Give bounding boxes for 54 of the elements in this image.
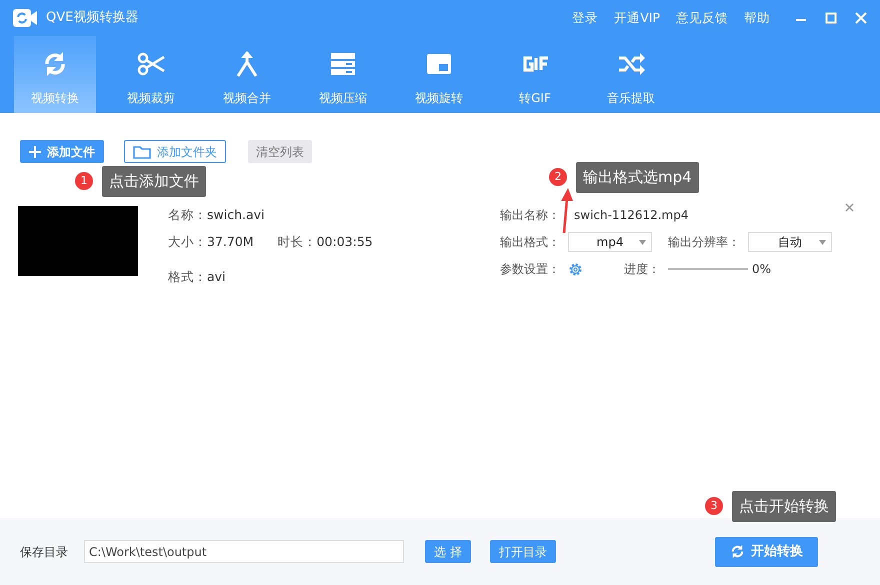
field-label: 名称： (168, 207, 207, 222)
add-folder-button[interactable]: 添加文件夹 (124, 140, 226, 163)
step-number: 3 (705, 497, 723, 516)
tool-tab[interactable]: 视频旋转 (398, 36, 480, 113)
caret-icon (639, 240, 646, 245)
step-number: 1 (75, 172, 93, 190)
tool-tab[interactable]: 转GIF (494, 36, 576, 113)
hint-tooltip: 输出格式选mp4 (576, 162, 699, 192)
tool-tab[interactable]: 视频转换 (14, 36, 96, 113)
maximize-icon[interactable] (824, 11, 838, 25)
field-label: 大小： (168, 234, 207, 249)
remove-icon[interactable] (845, 203, 854, 212)
format-dropdown[interactable]: mp4 (568, 232, 652, 252)
tool-tab[interactable]: 视频合并 (206, 36, 288, 113)
choose-button[interactable]: 选 择 (425, 540, 471, 563)
file-format: avi (207, 268, 226, 284)
convert-icon (730, 544, 745, 559)
field-label: 输出分辨率： (668, 234, 740, 251)
close-icon[interactable] (854, 11, 868, 25)
folder-icon (133, 144, 151, 158)
file-duration: 00:03:55 (316, 234, 373, 249)
arrow (558, 188, 574, 234)
hint-tooltip: 点击添加文件 (102, 166, 206, 196)
output-file-name: swich-112612.mp4 (574, 208, 688, 222)
file-size: 37.70M (207, 234, 254, 249)
plus-icon (29, 146, 41, 158)
add-file-button[interactable]: 添加文件 (20, 140, 104, 163)
step-number: 2 (549, 168, 567, 186)
progress-reading: 0% (752, 261, 772, 278)
window-title: QVE视频转换器 (46, 9, 138, 28)
hint-tooltip: 点击开始转换 (732, 491, 836, 522)
save-path-field[interactable]: C:\Work\test\output (84, 540, 404, 563)
menu-link[interactable]: 登录 (572, 8, 598, 28)
menu-link[interactable]: 意见反馈 (676, 8, 728, 28)
field-label: 参数设置： (500, 261, 560, 278)
settings-icon[interactable] (568, 262, 583, 276)
field-label: 进度： (624, 261, 660, 278)
menu-link[interactable]: 帮助 (744, 8, 770, 28)
tool-tab[interactable]: 视频裁剪 (110, 36, 192, 113)
menu-link[interactable]: 开通VIP (614, 8, 660, 28)
clear-list-button[interactable]: 清空列表 (248, 140, 312, 163)
open-directory-button[interactable]: 打开目录 (490, 540, 556, 563)
field-label: 输出名称： (500, 208, 560, 222)
caret-icon (819, 240, 826, 245)
field-label: 时长： (278, 234, 317, 249)
tool-tab[interactable]: 视频压缩 (302, 36, 384, 113)
field-label: 输出格式： (500, 234, 560, 251)
field-label: 格式： (168, 268, 207, 284)
tool-tab[interactable]: 音乐提取 (590, 36, 672, 113)
app-logo-icon (12, 8, 38, 28)
file-name: swich.avi (207, 207, 265, 222)
resolution-dropdown[interactable]: 自动 (748, 232, 832, 252)
start-convert-button[interactable]: 开始转换 (714, 536, 818, 566)
save-directory-label: 保存目录 (20, 544, 68, 560)
